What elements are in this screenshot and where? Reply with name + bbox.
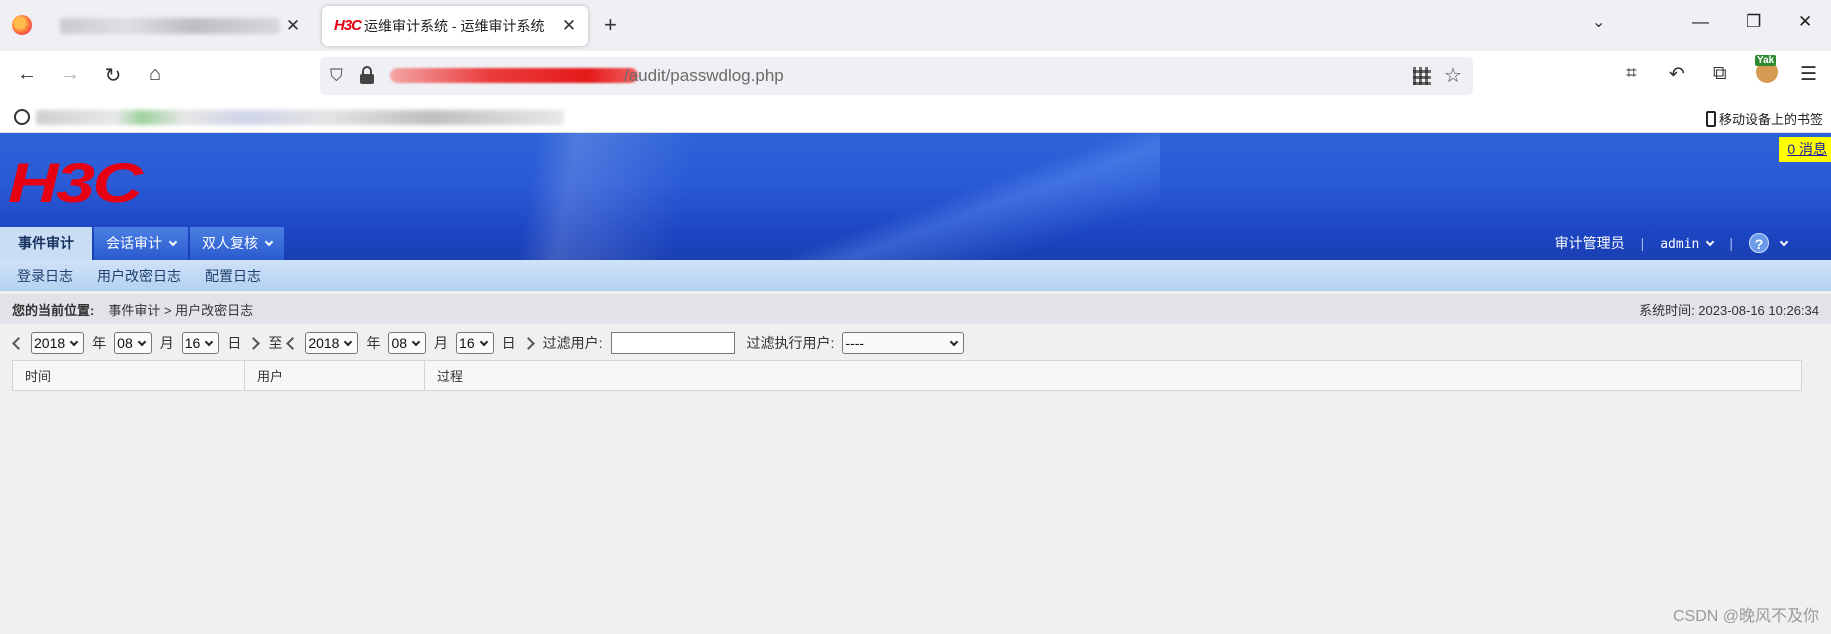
next-day-arrow-icon[interactable] bbox=[247, 336, 261, 350]
from-year-select[interactable]: 2018 bbox=[31, 332, 85, 354]
next-day-arrow-icon[interactable] bbox=[521, 336, 535, 350]
table-header-row: 时间 用户 过程 bbox=[12, 360, 1802, 391]
redacted-url-host bbox=[390, 68, 638, 83]
extensions-puzzle-icon[interactable]: ⧉ bbox=[1713, 63, 1727, 85]
system-time: 系统时间: 2023-08-16 10:26:34 bbox=[1639, 302, 1819, 318]
hamburger-menu-icon[interactable]: ☰ bbox=[1800, 63, 1817, 86]
prev-day-arrow-icon[interactable] bbox=[286, 336, 300, 350]
window-close-icon[interactable]: ✕ bbox=[1798, 12, 1812, 32]
restore-icon[interactable]: ❐ bbox=[1746, 12, 1761, 32]
message-count-badge[interactable]: 0 消息 bbox=[1779, 137, 1831, 162]
url-path: /audit/passwdlog.php bbox=[624, 66, 784, 85]
submenu-config-log[interactable]: 配置日志 bbox=[205, 266, 261, 286]
tab-title: 运维审计系统 - 运维审计系统 bbox=[364, 18, 545, 34]
chevron-down-icon bbox=[168, 237, 178, 247]
user-area: 审计管理员 | admin | ? bbox=[1554, 233, 1789, 253]
browser-tab-inactive[interactable]: ✕ bbox=[52, 6, 312, 46]
filter-user-input[interactable] bbox=[610, 332, 735, 354]
bookmark-star-icon[interactable]: ☆ bbox=[1444, 63, 1462, 88]
column-header-time[interactable]: 时间 bbox=[12, 360, 245, 391]
browser-nav-bar: ← → ↻ ⌂ ⛉ /audit/passwdlog.php ☆ ⌗ ↶ ⧉ Y… bbox=[0, 51, 1831, 101]
undo-arrow-icon[interactable]: ↶ bbox=[1669, 63, 1685, 86]
lock-icon[interactable] bbox=[360, 64, 374, 84]
redacted-bookmarks bbox=[36, 110, 564, 125]
to-month-select[interactable]: 08 bbox=[388, 332, 427, 354]
chevron-down-icon[interactable]: ⌄ bbox=[1592, 12, 1605, 32]
minimize-icon[interactable]: — bbox=[1692, 12, 1709, 32]
password-change-log-table: 时间 用户 过程 bbox=[12, 360, 1802, 391]
chevron-down-icon bbox=[1706, 237, 1715, 246]
browser-tab-bar: ✕ H3C 运维审计系统 - 运维审计系统 ✕ + ⌄ — ❐ ✕ bbox=[0, 0, 1831, 51]
phone-icon bbox=[1705, 110, 1716, 127]
prev-day-arrow-icon[interactable] bbox=[12, 336, 25, 350]
bookmarks-bar: 移动设备上的书签 bbox=[0, 101, 1831, 133]
redacted-tab-title bbox=[60, 18, 280, 34]
submenu-login-log[interactable]: 登录日志 bbox=[17, 266, 73, 286]
to-day-select[interactable]: 16 bbox=[456, 332, 494, 354]
h3c-favicon-icon: H3C bbox=[334, 17, 362, 34]
submenu-password-change-log[interactable]: 用户改密日志 bbox=[97, 266, 181, 286]
column-header-user[interactable]: 用户 bbox=[244, 360, 425, 391]
from-day-select[interactable]: 16 bbox=[181, 332, 220, 354]
chevron-down-icon[interactable] bbox=[1779, 237, 1789, 246]
forward-arrow-icon[interactable]: → bbox=[57, 63, 83, 86]
submenu-bar: 登录日志 用户改密日志 配置日志 bbox=[0, 260, 1831, 291]
main-menu: 事件审计 会话审计 双人复核 bbox=[0, 227, 286, 260]
breadcrumb-label: 您的当前位置: bbox=[12, 302, 95, 318]
crop-screenshot-icon[interactable]: ⌗ bbox=[1626, 63, 1637, 85]
menu-dual-review[interactable]: 双人复核 bbox=[190, 227, 284, 260]
app-header-banner: H3C 0 消息 事件审计 会话审计 双人复核 审计管理员 | admin | … bbox=[0, 133, 1831, 260]
qr-code-icon[interactable] bbox=[1413, 67, 1431, 85]
browser-tab-active[interactable]: H3C 运维审计系统 - 运维审计系统 ✕ bbox=[322, 6, 588, 46]
user-menu[interactable]: admin bbox=[1660, 235, 1715, 252]
breadcrumb: 您的当前位置: 事件审计 > 用户改密日志 系统时间: 2023-08-16 1… bbox=[0, 294, 1831, 324]
menu-session-audit[interactable]: 会话审计 bbox=[94, 227, 188, 260]
home-icon[interactable]: ⌂ bbox=[142, 63, 168, 86]
to-year-select[interactable]: 2018 bbox=[305, 332, 359, 354]
watermark: CSDN @晚风不及你 bbox=[1672, 608, 1819, 625]
filter-exec-user-select[interactable]: ---- bbox=[842, 332, 965, 354]
back-arrow-icon[interactable]: ← bbox=[14, 63, 40, 86]
globe-icon[interactable] bbox=[14, 109, 30, 125]
filter-user-label: 过滤用户: bbox=[542, 335, 603, 351]
breadcrumb-path: 事件审计 > 用户改密日志 bbox=[108, 302, 254, 318]
new-tab-plus-icon[interactable]: + bbox=[604, 12, 617, 38]
close-icon[interactable]: ✕ bbox=[558, 16, 580, 36]
firefox-logo-icon[interactable] bbox=[12, 15, 32, 35]
filter-exec-user-label: 过滤执行用户: bbox=[746, 335, 835, 351]
from-month-select[interactable]: 08 bbox=[114, 332, 152, 354]
role-label: 审计管理员 bbox=[1554, 235, 1625, 251]
date-filter-bar: 2018 年 08 月 16 日 至 2018 年 08 月 16 日 过滤用户… bbox=[12, 331, 968, 355]
address-bar[interactable]: ⛉ /audit/passwdlog.php ☆ bbox=[320, 57, 1473, 95]
column-header-process[interactable]: 过程 bbox=[424, 360, 1802, 391]
reload-icon[interactable]: ↻ bbox=[100, 63, 126, 88]
menu-event-audit[interactable]: 事件审计 bbox=[0, 227, 92, 260]
help-icon[interactable]: ? bbox=[1749, 233, 1769, 253]
yak-badge: Yak bbox=[1755, 55, 1777, 66]
h3c-logo: H3C bbox=[8, 151, 143, 214]
close-icon[interactable]: ✕ bbox=[282, 16, 304, 36]
mobile-bookmarks-link[interactable]: 移动设备上的书签 bbox=[1705, 109, 1823, 128]
shield-icon[interactable]: ⛉ bbox=[330, 66, 343, 86]
chevron-down-icon bbox=[264, 237, 274, 247]
